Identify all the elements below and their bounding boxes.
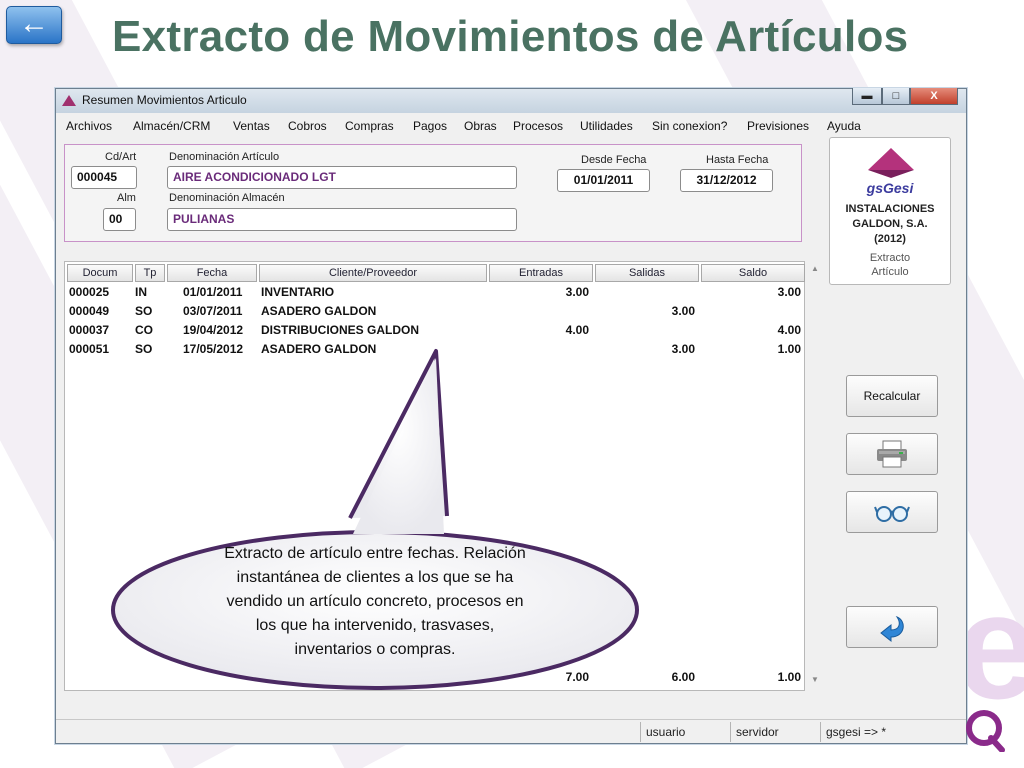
status-divider xyxy=(640,722,641,742)
company-name: INSTALACIONES GALDON, S.A. (2012) xyxy=(834,202,946,247)
back-button[interactable]: ← xyxy=(6,6,62,44)
menu-sin-conexion[interactable]: Sin conexion? xyxy=(652,119,727,133)
cell-docum: 000051 xyxy=(69,342,110,356)
cell-cliente: INVENTARIO xyxy=(261,285,335,299)
status-bar: usuario servidor gsgesi => * xyxy=(56,719,966,743)
gsgesi-logo-icon xyxy=(868,148,914,178)
maximize-button[interactable]: □ xyxy=(882,88,910,105)
desde-fecha-field[interactable]: 01/01/2011 xyxy=(557,169,650,192)
company-brand: gsGesi xyxy=(866,180,914,196)
cell-tp: SO xyxy=(135,304,153,318)
total-saldo: 1.00 xyxy=(777,670,801,684)
denom-almacen-label: Denominación Almacén xyxy=(169,192,285,204)
menu-ventas[interactable]: Ventas xyxy=(233,119,270,133)
glasses-icon xyxy=(874,506,910,522)
screen-name: Extracto Artículo xyxy=(834,251,946,279)
menu-bar: Archivos Almacén/CRM Ventas Cobros Compr… xyxy=(56,117,966,137)
column-header-docum[interactable]: Docum xyxy=(67,264,133,282)
scroll-down-arrow-icon[interactable]: ▼ xyxy=(811,675,819,684)
cell-docum: 000025 xyxy=(69,285,110,299)
menu-previsiones[interactable]: Previsiones xyxy=(747,119,809,133)
hasta-fecha-label: Hasta Fecha xyxy=(706,154,769,166)
cell-docum: 000049 xyxy=(69,304,110,318)
cell-cliente: ASADERO GALDON xyxy=(261,304,377,318)
callout-text: Extracto de artículo entre fechas. Relac… xyxy=(195,542,555,662)
cell-saldo: 4.00 xyxy=(777,323,801,337)
cdart-label: Cd/Art xyxy=(105,151,137,163)
cell-tp: IN xyxy=(135,285,147,299)
status-prompt: gsgesi => * xyxy=(826,725,887,739)
menu-cobros[interactable]: Cobros xyxy=(288,119,327,133)
alm-label: Alm xyxy=(117,192,136,204)
close-button[interactable]: X xyxy=(910,88,958,105)
cell-fecha: 19/04/2012 xyxy=(183,323,244,337)
minimize-button[interactable]: ▬ xyxy=(852,88,882,105)
slide-title: Extracto de Movimientos de Artículos xyxy=(112,12,909,61)
recalcular-button[interactable]: Recalcular xyxy=(846,375,938,417)
corner-brand-logo-icon xyxy=(966,710,1005,752)
return-arrow-icon xyxy=(880,615,904,643)
hasta-fecha-field[interactable]: 31/12/2012 xyxy=(680,169,773,192)
menu-obras[interactable]: Obras xyxy=(464,119,497,133)
denom-articulo-field[interactable]: AIRE ACONDICIONADO LGT xyxy=(167,166,517,189)
company-name-line: GALDON, S.A. xyxy=(852,218,928,230)
printer-icon xyxy=(877,440,907,468)
cell-saldo: 3.00 xyxy=(777,285,801,299)
callout-line: instantánea de clientes a los que se ha xyxy=(236,569,514,586)
return-button[interactable] xyxy=(846,606,938,648)
denom-articulo-label: Denominación Artículo xyxy=(169,151,280,163)
cell-saldo: 1.00 xyxy=(777,342,801,356)
column-header-entradas[interactable]: Entradas xyxy=(489,264,593,282)
screen-name-line: Extracto xyxy=(869,252,911,264)
alm-field[interactable]: 00 xyxy=(103,208,136,231)
app-icon xyxy=(62,95,76,106)
status-servidor: servidor xyxy=(736,725,779,739)
table-scrollbar[interactable]: ▲ ▼ xyxy=(808,261,824,691)
status-divider xyxy=(730,722,731,742)
column-header-fecha[interactable]: Fecha xyxy=(167,264,257,282)
menu-pagos[interactable]: Pagos xyxy=(413,119,447,133)
menu-archivos[interactable]: Archivos xyxy=(66,119,112,133)
denom-almacen-field[interactable]: PULIANAS xyxy=(167,208,517,231)
status-divider xyxy=(820,722,821,742)
print-button[interactable] xyxy=(846,433,938,475)
desde-fecha-label: Desde Fecha xyxy=(581,154,647,166)
cell-cliente: DISTRIBUCIONES GALDON xyxy=(261,323,420,337)
cell-entradas: 3.00 xyxy=(565,285,589,299)
menu-utilidades[interactable]: Utilidades xyxy=(580,119,633,133)
status-usuario: usuario xyxy=(646,725,686,739)
cell-salidas: 3.00 xyxy=(671,304,695,318)
menu-compras[interactable]: Compras xyxy=(345,119,394,133)
callout-line: los que ha intervenido, trasvases, xyxy=(255,617,495,634)
column-header-saldo[interactable]: Saldo xyxy=(701,264,805,282)
company-name-line: INSTALACIONES xyxy=(845,203,935,215)
callout-line: vendido un artículo concreto, procesos e… xyxy=(226,593,524,610)
screen-name-line: Artículo xyxy=(871,266,909,278)
cell-tp: CO xyxy=(135,323,153,337)
column-header-tp[interactable]: Tp xyxy=(135,264,165,282)
company-name-line: (2012) xyxy=(874,233,906,245)
view-button[interactable] xyxy=(846,491,938,533)
column-header-salidas[interactable]: Salidas xyxy=(595,264,699,282)
scroll-up-arrow-icon[interactable]: ▲ xyxy=(811,264,819,273)
cell-fecha: 03/07/2011 xyxy=(183,304,243,318)
menu-almacen-crm[interactable]: Almacén/CRM xyxy=(133,119,210,133)
menu-ayuda[interactable]: Ayuda xyxy=(827,119,861,133)
company-info-panel: gsGesi INSTALACIONES GALDON, S.A. (2012)… xyxy=(829,137,951,285)
cell-fecha: 01/01/2011 xyxy=(183,285,243,299)
menu-procesos[interactable]: Procesos xyxy=(513,119,563,133)
search-form-panel: Cd/Art 000045 Denominación Artículo AIRE… xyxy=(64,144,802,242)
callout-line: inventarios o compras. xyxy=(294,641,456,658)
window-title: Resumen Movimientos Articulo xyxy=(82,93,247,107)
window-titlebar: Resumen Movimientos Articulo ▬ □ X xyxy=(56,88,966,113)
column-header-cliente[interactable]: Cliente/Proveedor xyxy=(259,264,487,282)
cell-docum: 000037 xyxy=(69,323,110,337)
callout-line: Extracto de artículo entre fechas. Relac… xyxy=(224,545,526,562)
cdart-field[interactable]: 000045 xyxy=(71,166,137,189)
cell-entradas: 4.00 xyxy=(565,323,589,337)
